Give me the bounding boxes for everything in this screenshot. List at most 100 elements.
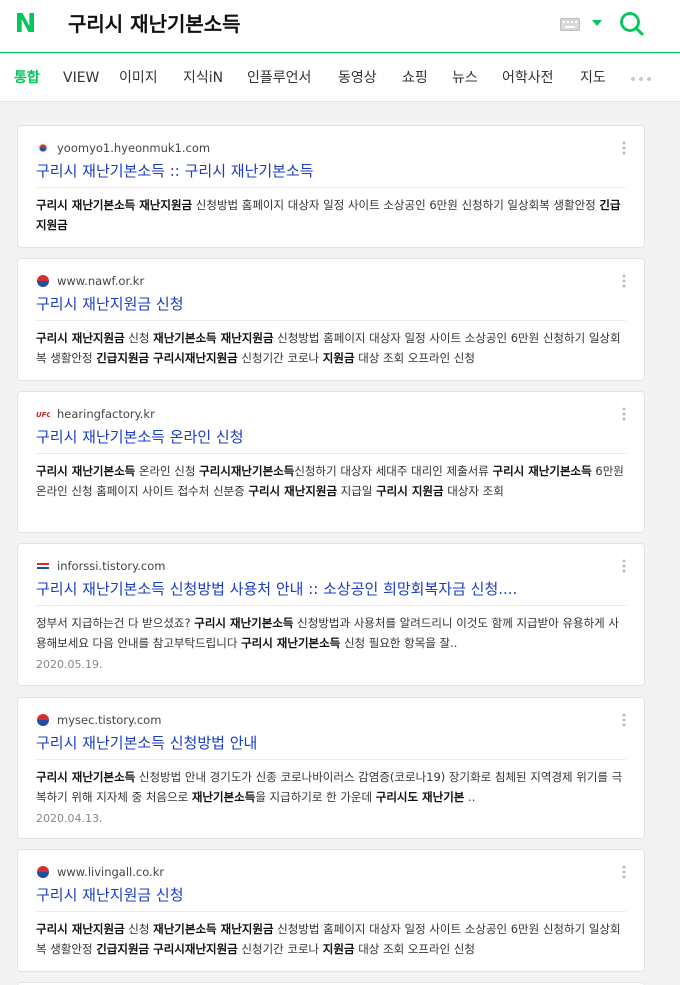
source-url: mysec.tistory.com bbox=[57, 713, 162, 727]
highlighted-keyword: 재난기본소득 재난지원금 bbox=[153, 922, 274, 936]
search-header: N 구리시 재난기본소득 bbox=[0, 0, 680, 53]
more-options-icon[interactable] bbox=[622, 712, 626, 728]
result-description: 구리시 재난지원금 신청 재난기본소득 재난지원금 신청방법 홈페이지 대상자 … bbox=[36, 328, 626, 368]
highlighted-keyword: 구리시재난기본소득 bbox=[199, 464, 295, 478]
tistory-flag-icon bbox=[37, 563, 49, 569]
result-source[interactable]: mysec.tistory.com bbox=[36, 712, 161, 728]
source-url: hearingfactory.kr bbox=[57, 407, 155, 421]
result-card: www.nawf.or.kr 구리시 재난지원금 신청 구리시 재난지원금 신청… bbox=[17, 258, 645, 381]
keyboard-icon[interactable] bbox=[560, 18, 580, 31]
result-source[interactable]: www.livingall.co.kr bbox=[36, 864, 164, 880]
description-text: 을 지급하기로 한 가운데 bbox=[255, 790, 376, 804]
result-card: mysec.tistory.com 구리시 재난기본소득 신청방법 안내 구리시… bbox=[17, 697, 645, 839]
result-description: 정부서 지급하는건 다 받으셨죠? 구리시 재난기본소득 신청방법과 사용처를 … bbox=[36, 613, 626, 653]
result-card: yoomyo1.hyeonmuk1.com 구리시 재난기본소득 :: 구리시 … bbox=[17, 125, 645, 248]
chevron-down-icon[interactable] bbox=[592, 20, 602, 27]
description-text: 신청방법 홈페이지 대상자 일정 사이트 소상공인 6만원 신청하기 일상회복 … bbox=[192, 198, 600, 212]
tab-news[interactable]: 뉴스 bbox=[452, 68, 478, 88]
result-title-link[interactable]: 구리시 재난기본소득 온라인 신청 bbox=[36, 426, 244, 448]
divider bbox=[36, 320, 626, 321]
result-title-link[interactable]: 구리시 재난기본소득 신청방법 안내 bbox=[36, 732, 257, 754]
search-tabs: 통합 VIEW 이미지 지식iN 인플루언서 동영상 쇼핑 뉴스 어학사전 지도 bbox=[0, 54, 680, 102]
tab-dictionary[interactable]: 어학사전 bbox=[502, 68, 554, 88]
tab-kin[interactable]: 지식iN bbox=[183, 68, 223, 88]
result-title-link[interactable]: 구리시 재난지원금 신청 bbox=[36, 884, 184, 906]
result-date: 2020.04.13. bbox=[36, 812, 103, 825]
result-date: 2020.05.19. bbox=[36, 658, 103, 671]
highlighted-keyword: 구리시 재난기본소득 bbox=[492, 464, 592, 478]
result-source[interactable]: inforssi.tistory.com bbox=[36, 558, 165, 574]
more-options-icon[interactable] bbox=[622, 273, 626, 289]
tab-map[interactable]: 지도 bbox=[580, 68, 606, 88]
highlighted-keyword: 구리시 재난기본소득 bbox=[36, 770, 136, 784]
divider bbox=[36, 453, 626, 454]
highlighted-keyword: 구리시 지원금 bbox=[376, 484, 444, 498]
description-text: 정부서 지급하는건 다 받으셨죠? bbox=[36, 616, 195, 630]
highlighted-keyword: 구리시도 재난기본 bbox=[375, 790, 465, 804]
tab-view[interactable]: VIEW bbox=[63, 68, 99, 88]
logo-letter: N bbox=[14, 9, 37, 39]
tab-video[interactable]: 동영상 bbox=[338, 68, 377, 88]
result-title-link[interactable]: 구리시 재난지원금 신청 bbox=[36, 293, 184, 315]
description-text: 신청 bbox=[124, 922, 154, 936]
divider bbox=[36, 187, 626, 188]
source-url: www.livingall.co.kr bbox=[57, 865, 165, 879]
divider bbox=[36, 911, 626, 912]
tab-influencer[interactable]: 인플루언서 bbox=[247, 68, 311, 88]
highlighted-keyword: 재난기본소득 bbox=[191, 790, 256, 804]
result-title-link[interactable]: 구리시 재난기본소득 신청방법 사용처 안내 :: 소상공인 희망회복자금 신청… bbox=[36, 578, 517, 600]
description-text: 대상자 조회 bbox=[443, 484, 504, 498]
highlighted-keyword: 구리시 재난기본소득 bbox=[241, 636, 341, 650]
search-query-input[interactable]: 구리시 재난기본소득 bbox=[68, 10, 241, 38]
result-description: 구리시 재난기본소득 온라인 신청 구리시재난기본소득신청하기 대상자 세대주 … bbox=[36, 461, 626, 501]
description-text: 대상 조회 오프라인 신청 bbox=[354, 942, 475, 956]
result-card: www.livingall.co.kr 구리시 재난지원금 신청 구리시 재난지… bbox=[17, 849, 645, 972]
tab-shopping[interactable]: 쇼핑 bbox=[402, 68, 428, 88]
highlighted-keyword: 구리시 재난지원금 bbox=[248, 484, 338, 498]
result-title-link[interactable]: 구리시 재난기본소득 :: 구리시 재난기본소득 bbox=[36, 160, 314, 182]
source-url: yoomyo1.hyeonmuk1.com bbox=[57, 141, 211, 155]
more-options-icon[interactable] bbox=[622, 864, 626, 880]
tab-image[interactable]: 이미지 bbox=[119, 68, 158, 88]
highlighted-keyword: 구리시 재난지원금 bbox=[36, 922, 125, 936]
more-tabs-icon[interactable] bbox=[630, 76, 652, 82]
description-text: 신청기간 코로나 bbox=[237, 351, 323, 365]
ufc-icon: UFC bbox=[36, 411, 50, 419]
result-source[interactable]: UFC hearingfactory.kr bbox=[36, 406, 155, 422]
description-text: 지급일 bbox=[337, 484, 377, 498]
result-description: 구리시 재난기본소득 재난지원금 신청방법 홈페이지 대상자 일정 사이트 소상… bbox=[36, 195, 626, 235]
highlighted-keyword: 지원금 bbox=[322, 942, 355, 956]
description-text: 신청 필요한 항목을 잘.. bbox=[340, 636, 458, 650]
result-source[interactable]: yoomyo1.hyeonmuk1.com bbox=[36, 140, 210, 156]
description-text: 대상 조회 오프라인 신청 bbox=[354, 351, 475, 365]
result-card: inforssi.tistory.com 구리시 재난기본소득 신청방법 사용처… bbox=[17, 543, 645, 686]
divider bbox=[36, 759, 626, 760]
highlighted-keyword: 구리시 재난기본소득 bbox=[36, 464, 136, 478]
result-description: 구리시 재난기본소득 신청방법 안내 경기도가 신종 코로나바이러스 감염증(코… bbox=[36, 767, 626, 807]
naver-logo[interactable]: N bbox=[13, 9, 38, 39]
description-text: 신청하기 대상자 세대주 대리인 제출서류 bbox=[294, 464, 493, 478]
taegeuk-icon bbox=[37, 866, 49, 878]
highlighted-keyword: 구리시 재난지원금 bbox=[36, 331, 125, 345]
divider bbox=[36, 605, 626, 606]
more-options-icon[interactable] bbox=[622, 406, 626, 422]
highlighted-keyword: 지원금 bbox=[322, 351, 355, 365]
svg-text:UFC: UFC bbox=[36, 411, 50, 419]
description-text: 신청기간 코로나 bbox=[237, 942, 323, 956]
more-options-icon[interactable] bbox=[622, 140, 626, 156]
taegeuk-icon bbox=[37, 275, 49, 287]
korea-flag-small-icon bbox=[38, 143, 48, 153]
description-text: 온라인 신청 bbox=[135, 464, 200, 478]
taegeuk-icon bbox=[37, 714, 49, 726]
highlighted-keyword: 긴급지원금 구리시재난지원금 bbox=[96, 942, 238, 956]
source-url: www.nawf.or.kr bbox=[57, 274, 145, 288]
tab-all[interactable]: 통합 bbox=[14, 68, 40, 88]
more-options-icon[interactable] bbox=[622, 558, 626, 574]
result-description: 구리시 재난지원금 신청 재난기본소득 재난지원금 신청방법 홈페이지 대상자 … bbox=[36, 919, 626, 959]
description-text: .. bbox=[464, 790, 476, 804]
source-url: inforssi.tistory.com bbox=[57, 559, 166, 573]
highlighted-keyword: 구리시 재난기본소득 재난지원금 bbox=[36, 198, 193, 212]
result-source[interactable]: www.nawf.or.kr bbox=[36, 273, 144, 289]
search-icon[interactable] bbox=[618, 10, 646, 38]
highlighted-keyword: 구리시 재난기본소득 bbox=[194, 616, 294, 630]
